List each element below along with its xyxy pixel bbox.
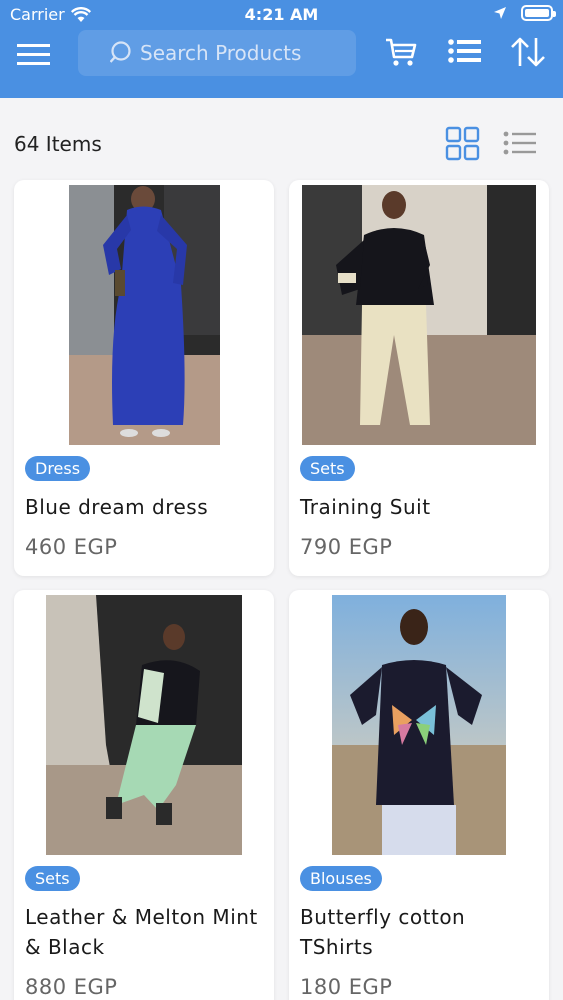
product-card[interactable]: Dress Blue dream dress 460 EGP: [14, 180, 274, 576]
app-header: Carrier 4:21 AM: [0, 0, 563, 98]
category-badge[interactable]: Blouses: [300, 866, 382, 891]
product-image: [332, 595, 506, 855]
product-card[interactable]: Sets Training Suit 790 EGP: [289, 180, 549, 576]
cart-icon[interactable]: [384, 35, 418, 69]
items-count: 64 Items: [14, 132, 102, 156]
listing-bar: 64 Items: [0, 98, 563, 180]
product-image: [46, 595, 242, 855]
battery-icon: [521, 5, 556, 21]
category-badge[interactable]: Dress: [25, 456, 91, 481]
product-card[interactable]: Blouses Butterfly cotton TShirts 180 EGP: [289, 590, 549, 1000]
status-bar: Carrier 4:21 AM: [0, 0, 563, 30]
product-card[interactable]: Sets Leather & Melton Mint & Black 880 E…: [14, 590, 274, 1000]
toolbar: [0, 30, 563, 98]
product-name[interactable]: Leather & Melton Mint & Black: [25, 902, 264, 962]
product-name[interactable]: Training Suit: [300, 492, 539, 522]
status-time: 4:21 AM: [244, 5, 319, 24]
category-badge[interactable]: Sets: [300, 456, 355, 481]
product-price: 460 EGP: [25, 535, 118, 559]
product-name[interactable]: Butterfly cotton TShirts: [300, 902, 539, 962]
search-input[interactable]: [140, 41, 360, 65]
product-price: 880 EGP: [25, 975, 118, 999]
search-icon: [110, 41, 131, 63]
list-icon[interactable]: [448, 38, 482, 66]
location-arrow-icon: [494, 7, 506, 19]
category-badge[interactable]: Sets: [25, 866, 80, 891]
grid-view-icon[interactable]: [445, 126, 481, 162]
list-view-icon[interactable]: [503, 131, 537, 155]
product-price: 790 EGP: [300, 535, 393, 559]
product-image: [302, 185, 536, 445]
menu-icon[interactable]: [16, 41, 52, 69]
search-bar[interactable]: [78, 30, 360, 76]
sort-icon[interactable]: [510, 36, 546, 68]
product-name[interactable]: Blue dream dress: [25, 492, 264, 522]
product-image: [69, 185, 220, 445]
product-price: 180 EGP: [300, 975, 393, 999]
